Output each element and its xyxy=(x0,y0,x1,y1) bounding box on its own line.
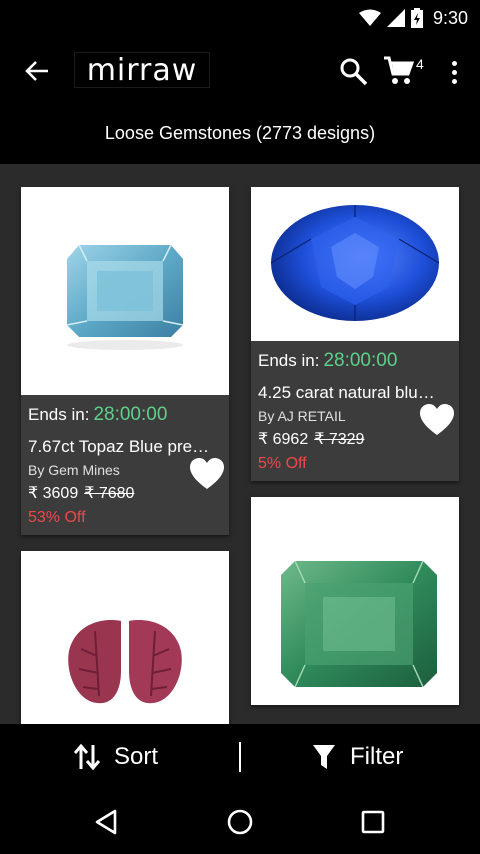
product-image[interactable] xyxy=(21,551,229,724)
sort-filter-bar: Sort Filter xyxy=(0,724,480,790)
status-time: 9:30 xyxy=(432,7,468,28)
more-vert-icon xyxy=(451,60,457,66)
sort-label: Sort xyxy=(114,743,159,770)
discount-label: 53% Off xyxy=(28,509,86,526)
status-bar: 9:30 xyxy=(0,0,480,36)
nav-recents-button[interactable] xyxy=(357,806,389,838)
system-navigation-bar xyxy=(0,790,480,854)
back-button[interactable] xyxy=(20,56,54,86)
countdown-timer: 28:00:00 xyxy=(323,350,398,371)
ends-in-label: Ends in: xyxy=(258,351,320,370)
ends-in-row: Ends in: 28:00:00 xyxy=(258,347,452,375)
cellular-signal-icon xyxy=(386,9,405,27)
wifi-icon xyxy=(358,9,381,26)
emerald-gem-icon xyxy=(281,560,437,688)
topaz-gem-icon xyxy=(66,244,184,350)
carved-ruby-gem-icon xyxy=(68,620,182,704)
bar-divider xyxy=(239,742,241,772)
arrow-left-icon xyxy=(25,61,48,81)
square-recents-icon xyxy=(361,810,385,834)
mirraw-logo[interactable]: mirraw xyxy=(74,52,210,88)
wishlist-button[interactable] xyxy=(419,403,455,437)
original-price: ₹ 7680 xyxy=(84,485,135,502)
filter-label: Filter xyxy=(350,743,404,770)
product-image[interactable] xyxy=(21,187,229,395)
circle-home-icon xyxy=(227,809,253,835)
wishlist-button[interactable] xyxy=(189,457,225,491)
current-price: ₹ 3609 xyxy=(28,485,79,502)
triangle-back-icon xyxy=(95,809,117,835)
product-info: Ends in: 28:00:00 7.67ct Topaz Blue pre… … xyxy=(21,395,229,535)
more-vert-dot xyxy=(451,69,457,75)
heart-icon xyxy=(190,458,224,489)
nav-back-button[interactable] xyxy=(91,806,123,838)
more-vert-dot xyxy=(451,78,457,84)
nav-home-button[interactable] xyxy=(224,806,256,838)
product-image[interactable] xyxy=(251,497,459,705)
discount-label: 5% Off xyxy=(258,455,307,472)
search-icon xyxy=(340,58,368,86)
filter-funnel-icon xyxy=(313,745,335,769)
sort-arrows-icon xyxy=(74,743,100,771)
cart-button[interactable]: 4 xyxy=(382,52,430,90)
shopping-cart-icon xyxy=(384,56,415,84)
product-info: Ends in: 28:00:00 4.25 carat natural blu…… xyxy=(251,341,459,481)
filter-button[interactable]: Filter xyxy=(312,736,432,778)
product-image[interactable] xyxy=(251,187,459,341)
heart-icon xyxy=(420,404,454,435)
ends-in-row: Ends in: 28:00:00 xyxy=(28,401,222,429)
product-card[interactable] xyxy=(251,497,459,705)
category-title: Loose Gemstones (2773 designs) xyxy=(0,106,480,164)
ends-in-label: Ends in: xyxy=(28,405,90,424)
blue-sapphire-gem-icon xyxy=(270,205,440,321)
product-grid[interactable]: Ends in: 28:00:00 7.67ct Topaz Blue pre… … xyxy=(0,164,480,724)
product-card[interactable]: Ends in: 28:00:00 7.67ct Topaz Blue pre… … xyxy=(21,187,229,535)
cart-count-badge: 4 xyxy=(416,56,424,72)
original-price: ₹ 7329 xyxy=(314,431,365,448)
status-icons: 9:30 xyxy=(358,6,468,30)
battery-charging-icon xyxy=(410,8,423,28)
countdown-timer: 28:00:00 xyxy=(93,404,168,425)
sort-button[interactable]: Sort xyxy=(74,736,194,778)
product-card[interactable] xyxy=(21,551,229,724)
product-card[interactable]: Ends in: 28:00:00 4.25 carat natural blu…… xyxy=(251,187,459,481)
product-title[interactable]: 4.25 carat natural blu… xyxy=(258,381,452,405)
more-options-button[interactable] xyxy=(440,56,468,88)
product-title[interactable]: 7.67ct Topaz Blue pre… xyxy=(28,435,222,459)
app-bar: mirraw 4 xyxy=(0,36,480,106)
search-button[interactable] xyxy=(338,56,370,88)
current-price: ₹ 6962 xyxy=(258,431,309,448)
